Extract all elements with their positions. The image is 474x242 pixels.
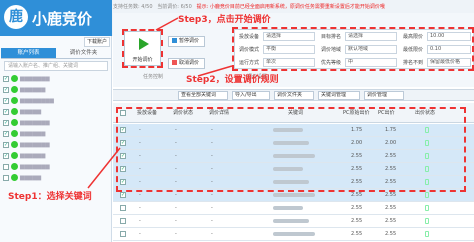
arrow-step3 xyxy=(155,17,179,31)
annotation-arrows xyxy=(87,17,233,189)
arrow-step1 xyxy=(87,147,121,189)
arrow-step2 xyxy=(197,65,233,77)
